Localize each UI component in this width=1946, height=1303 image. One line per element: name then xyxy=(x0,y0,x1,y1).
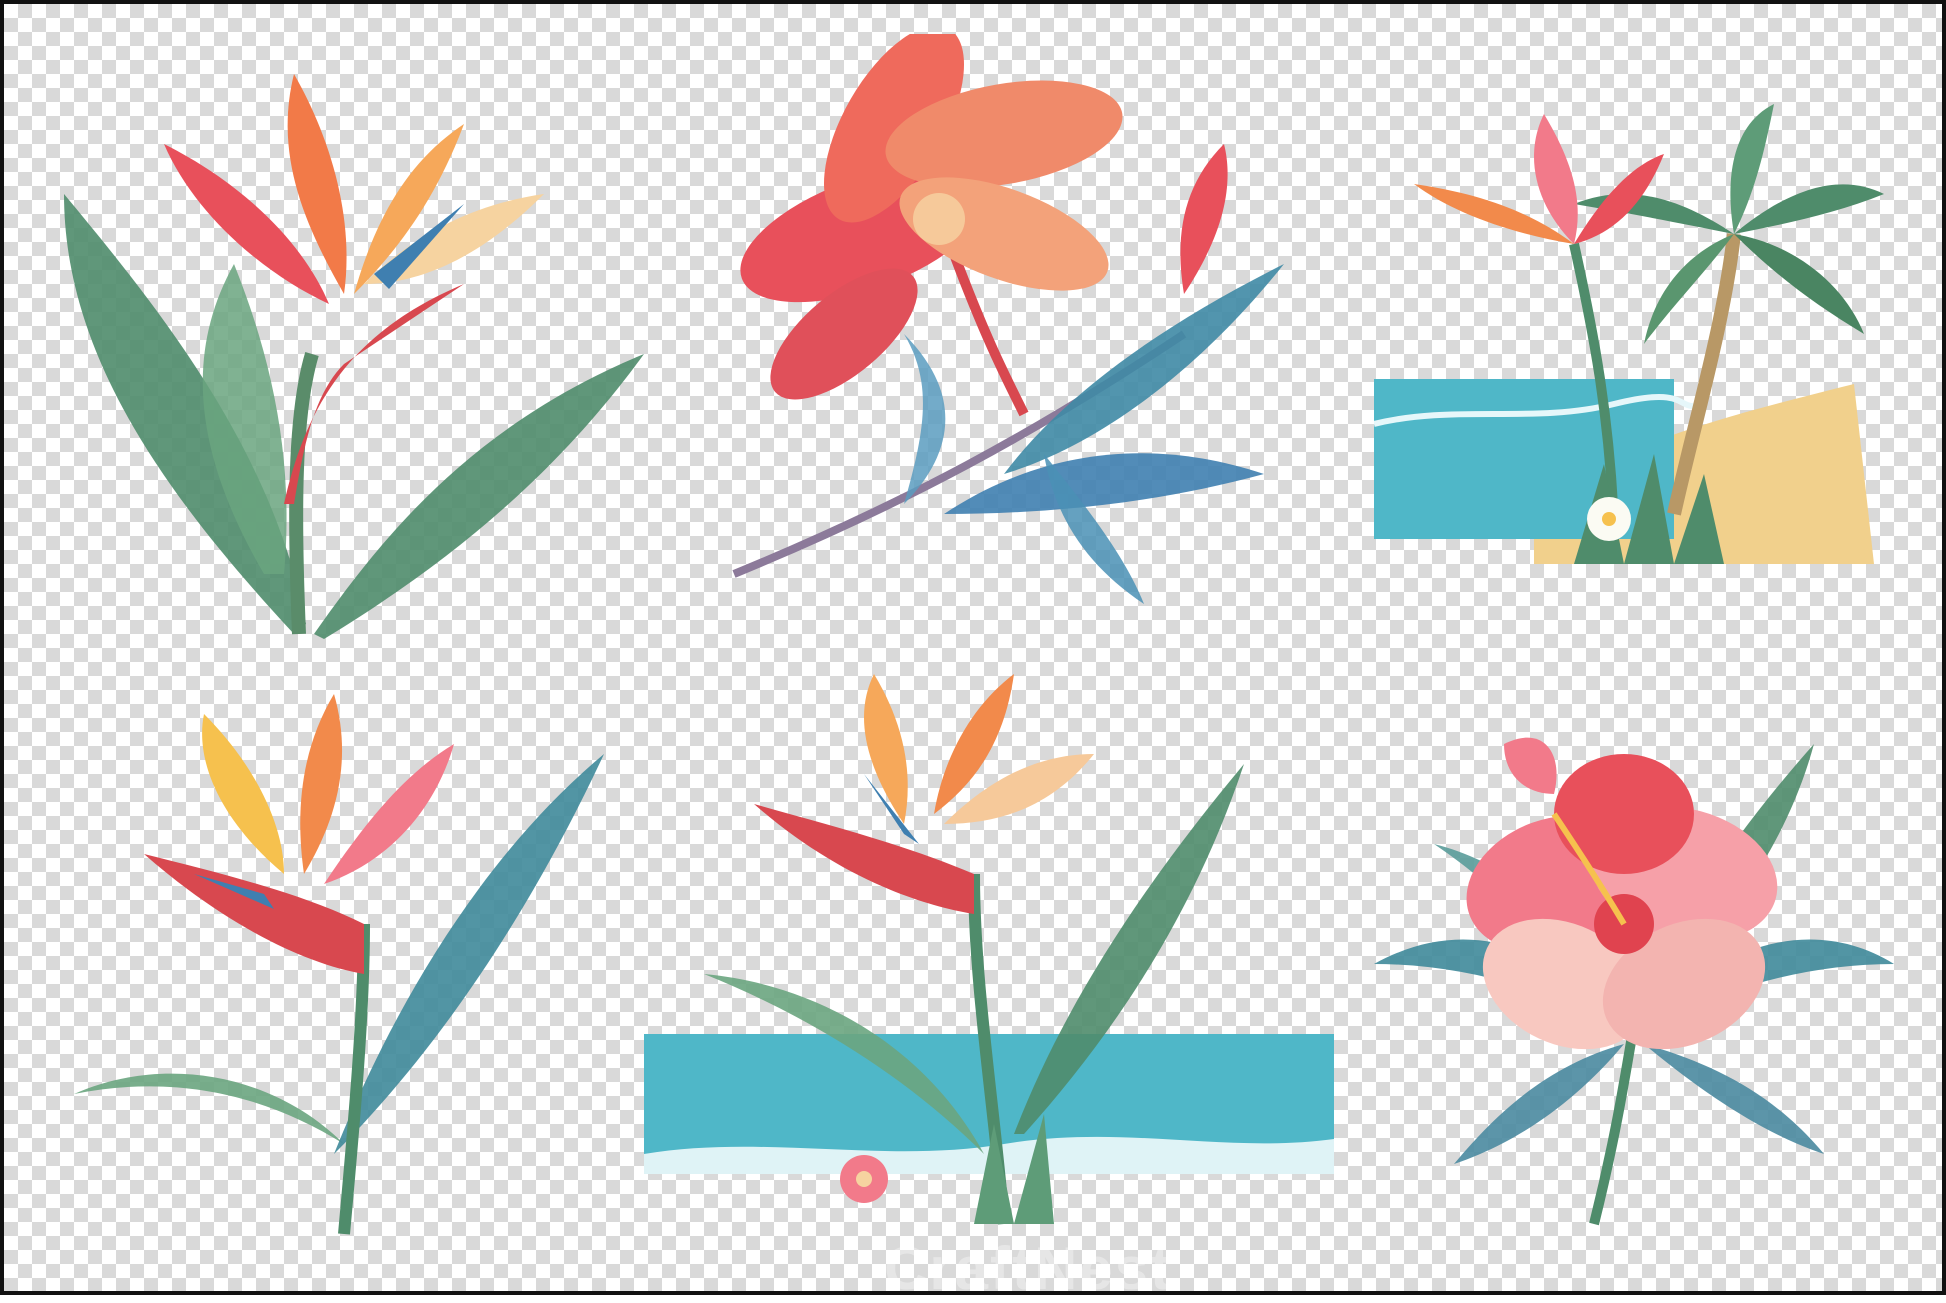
bract xyxy=(284,284,464,504)
bract xyxy=(754,804,974,914)
hibiscus-bouquet-illustration xyxy=(1374,737,1894,1226)
leaf-right xyxy=(314,354,644,639)
palm-leaf-right xyxy=(334,754,604,1154)
petal-yellow xyxy=(202,714,284,874)
bud xyxy=(1504,737,1557,794)
bract xyxy=(144,854,364,974)
plumeria-branch-illustration xyxy=(732,34,1284,604)
leaf-5 xyxy=(1454,1044,1624,1164)
leaf-6 xyxy=(1644,1044,1824,1154)
petal-orange xyxy=(300,694,343,874)
bud xyxy=(1180,144,1228,294)
beach-palm-illustration xyxy=(1374,104,1884,564)
bird-of-paradise-illustration-2 xyxy=(74,694,604,1235)
stem xyxy=(289,351,319,635)
flower-center xyxy=(913,193,965,245)
bird-of-paradise-sea-illustration xyxy=(644,674,1334,1225)
petal-5 xyxy=(1554,754,1694,874)
clipart-sheet: CraftNest xyxy=(0,0,1946,1302)
blue-leaf-1 xyxy=(944,453,1264,514)
small-flower-center xyxy=(1602,512,1616,526)
palm-leaf-left xyxy=(74,1073,344,1144)
small-pink-flower-center xyxy=(856,1171,872,1187)
palm-frond-2 xyxy=(1734,184,1884,234)
petal-1 xyxy=(864,674,908,824)
blue-leaf-2 xyxy=(1004,264,1284,474)
petal-pink xyxy=(324,744,454,884)
palm-frond-4 xyxy=(1734,234,1864,334)
bird-of-paradise-illustration-1 xyxy=(64,74,644,639)
